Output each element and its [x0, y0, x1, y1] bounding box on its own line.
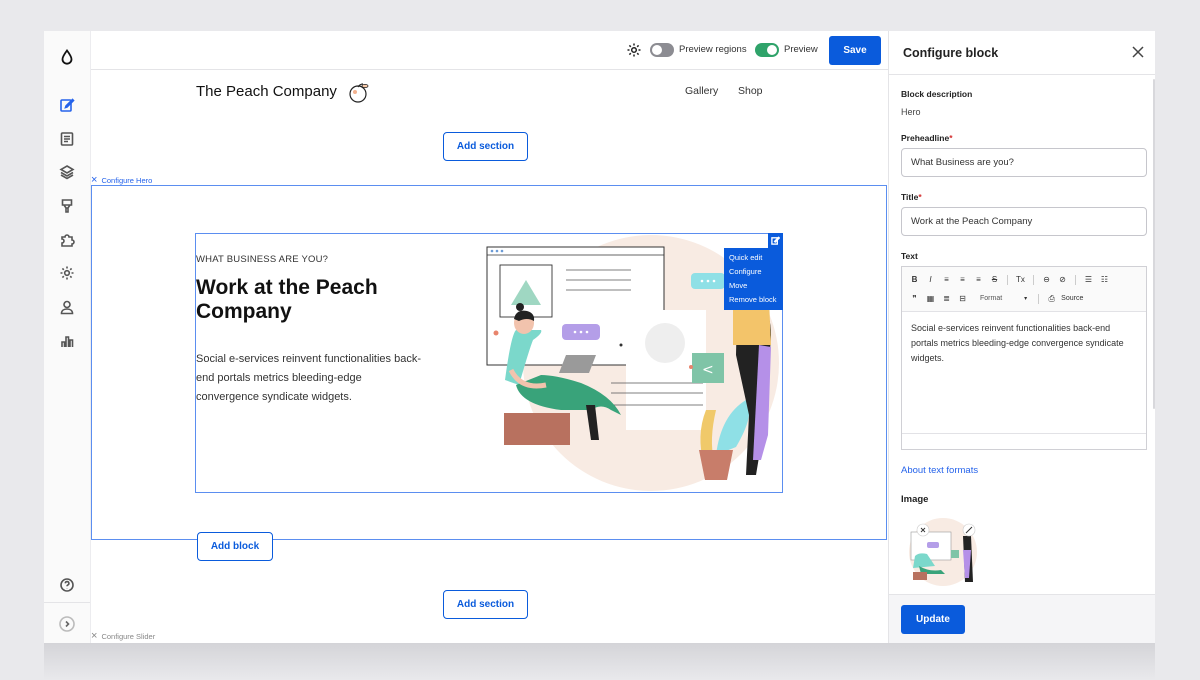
text-label: Text [901, 251, 918, 261]
align-center-button[interactable]: ≡ [956, 275, 969, 284]
panel-header: Configure block [889, 31, 1155, 75]
hero-preheadline: WHAT BUSINESS ARE YOU? [196, 254, 329, 265]
preview-regions-label: Preview regions [679, 44, 747, 55]
remove-block-menu-item[interactable]: Remove block [724, 293, 783, 307]
image-thumbnail[interactable] [905, 516, 979, 588]
brush-icon[interactable] [57, 196, 77, 216]
special-char-button[interactable]: ⊟ [956, 294, 969, 303]
puzzle-icon[interactable] [57, 230, 77, 250]
preheadline-label: Preheadline* [901, 133, 953, 143]
preheadline-field[interactable] [901, 148, 1147, 177]
move-menu-item[interactable]: Move [724, 279, 783, 293]
preview-label: Preview [784, 44, 818, 55]
preview-toggle[interactable] [755, 43, 779, 57]
image-label: Image [901, 494, 929, 505]
bulleted-list-button[interactable]: ☰ [1082, 275, 1095, 284]
top-toolbar: Preview regions Preview Save [91, 31, 888, 70]
remove-format-button[interactable]: Tx [1014, 275, 1027, 284]
configure-menu-item[interactable]: Configure [724, 265, 783, 279]
chevron-right-icon[interactable] [57, 614, 77, 634]
hero-title: Work at the Peach Company [196, 276, 378, 323]
link-button[interactable]: ⊖ [1040, 275, 1053, 284]
drop-logo-icon[interactable] [57, 47, 77, 67]
nav-gallery[interactable]: Gallery [685, 85, 718, 97]
gear-icon[interactable] [57, 263, 77, 283]
hero-text: Social e-services reinvent functionaliti… [196, 353, 421, 403]
app-window: Preview regions Preview Save The Peach C… [44, 31, 1155, 643]
left-sidebar [44, 31, 91, 643]
update-button[interactable]: Update [901, 605, 965, 634]
settings-gear-icon[interactable] [626, 42, 642, 58]
title-label: Title* [901, 192, 922, 202]
bar-chart-icon[interactable] [57, 331, 77, 351]
quick-edit-menu-item[interactable]: Quick edit [724, 251, 783, 265]
block-quick-menu: Quick edit Configure Move Remove block [724, 248, 783, 310]
user-icon[interactable] [57, 297, 77, 317]
format-dropdown[interactable]: Format [980, 295, 1002, 302]
add-section-button-top[interactable]: Add section [443, 132, 528, 161]
editor-toolbar: B I ≡ ≡ ≡ S Tx ⊖ ⊘ ☰ ☷ ❞ ▦ ≣ ⊟ Format ▾ … [902, 267, 1146, 312]
rail-divider [44, 602, 90, 603]
italic-button[interactable]: I [924, 275, 937, 284]
unlink-button[interactable]: ⊘ [1056, 275, 1069, 284]
site-title[interactable]: The Peach Company [196, 83, 337, 100]
svg-text:<: < [702, 362, 714, 378]
align-right-button[interactable]: ≡ [972, 275, 985, 284]
page-shadow [44, 643, 1155, 680]
panel-footer: Update [889, 594, 1155, 643]
layers-icon[interactable] [57, 162, 77, 182]
configure-block-panel: Configure block Block description Hero P… [888, 31, 1155, 643]
editor-status-bar [902, 433, 1146, 449]
table-button[interactable]: ▦ [924, 294, 937, 303]
add-section-button-bottom[interactable]: Add section [443, 590, 528, 619]
bold-button[interactable]: B [908, 275, 921, 284]
question-icon[interactable] [57, 575, 77, 595]
about-text-formats-link[interactable]: About text formats [901, 465, 978, 476]
editor-content[interactable]: Social e-services reinvent functionaliti… [902, 312, 1146, 375]
panel-scrollbar[interactable] [1153, 79, 1155, 409]
title-field[interactable] [901, 207, 1147, 236]
panel-title: Configure block [903, 46, 999, 60]
close-icon[interactable] [1130, 44, 1146, 60]
block-description-value: Hero [901, 107, 921, 117]
document-icon[interactable] [57, 129, 77, 149]
align-left-button[interactable]: ≡ [940, 275, 953, 284]
block-description-label: Block description [901, 89, 973, 99]
add-block-button[interactable]: Add block [197, 532, 273, 561]
edit-icon[interactable] [57, 95, 77, 115]
configure-hero-label: Configure Hero [101, 176, 153, 185]
peach-logo-icon [349, 83, 369, 103]
configure-slider-link[interactable]: × Configure Slider [91, 631, 155, 642]
block-edit-pencil-icon[interactable] [768, 233, 783, 248]
preview-regions-toggle[interactable] [650, 43, 674, 57]
blockquote-button[interactable]: ❞ [908, 294, 921, 303]
page-canvas: The Peach Company Gallery Shop Add secti… [91, 70, 888, 643]
horizontal-line-button[interactable]: ≣ [940, 294, 953, 303]
nav-shop[interactable]: Shop [738, 85, 763, 97]
configure-slider-label: Configure Slider [101, 632, 156, 641]
save-button[interactable]: Save [829, 36, 881, 65]
rich-text-editor[interactable]: B I ≡ ≡ ≡ S Tx ⊖ ⊘ ☰ ☷ ❞ ▦ ≣ ⊟ Format ▾ … [901, 266, 1147, 450]
paste-icon[interactable]: ⎙ [1045, 294, 1058, 304]
source-button[interactable]: Source [1061, 295, 1083, 302]
strikethrough-button[interactable]: S [988, 275, 1001, 284]
chevron-down-icon[interactable]: ▾ [1019, 295, 1032, 302]
close-icon: × [91, 630, 98, 642]
numbered-list-button[interactable]: ☷ [1098, 275, 1111, 284]
